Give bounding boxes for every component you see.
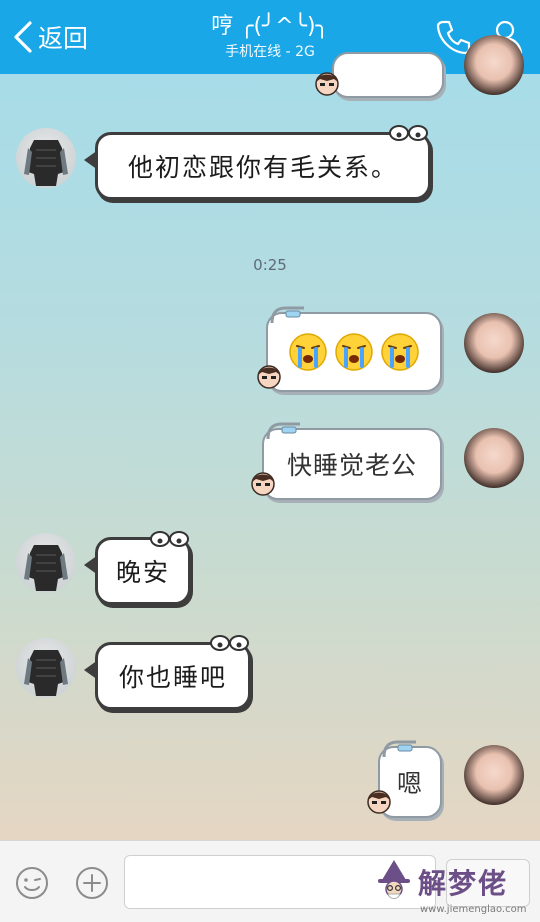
my-avatar[interactable] — [464, 428, 524, 488]
input-bar — [0, 840, 540, 922]
plus-icon[interactable] — [74, 865, 110, 901]
message-bubble[interactable]: 你也睡吧 — [95, 642, 251, 710]
message-bubble[interactable]: 晚安 — [95, 537, 191, 605]
figure-photo — [24, 650, 68, 696]
chibi-avatar-decoration — [315, 72, 339, 96]
back-label: 返回 — [38, 24, 89, 53]
message-input[interactable] — [124, 855, 436, 909]
chevron-left-icon — [14, 21, 32, 53]
my-avatar[interactable] — [464, 35, 524, 95]
message-text: 他初恋跟你有毛关系。 — [127, 153, 398, 182]
chibi-avatar-decoration — [257, 365, 281, 389]
contact-avatar[interactable] — [16, 533, 76, 593]
my-avatar[interactable] — [464, 745, 524, 805]
back-button[interactable]: 返回 — [12, 18, 88, 56]
message-bubble[interactable]: 他初恋跟你有毛关系。 — [95, 132, 431, 200]
message-timestamp: 0:25 — [253, 256, 287, 274]
chibi-avatar-decoration — [251, 472, 275, 496]
contact-avatar[interactable] — [16, 128, 76, 188]
message-text: 晚安 — [115, 558, 170, 587]
crying-face-icon — [335, 333, 373, 371]
bubble-clip-decoration — [270, 306, 304, 324]
message-text: 你也睡吧 — [118, 663, 227, 692]
chibi-avatar-decoration — [367, 790, 391, 814]
phone-icon[interactable] — [434, 18, 472, 56]
figure-photo — [24, 545, 68, 591]
send-button[interactable] — [446, 859, 530, 907]
emoji-icon[interactable] — [14, 865, 50, 901]
crying-face-icon — [381, 333, 419, 371]
message-text: 嗯 — [396, 769, 423, 798]
bubble-eyes-decoration — [389, 125, 428, 141]
my-avatar[interactable] — [464, 313, 524, 373]
bubble-eyes-decoration — [210, 635, 249, 651]
message-bubble-clipped — [332, 52, 444, 98]
chat-header: 返回 哼 ╭(╯^╰)╮ 手机在线 - 2G — [0, 0, 540, 74]
bubble-clip-decoration — [266, 422, 300, 440]
contact-avatar[interactable] — [16, 638, 76, 698]
message-text: 快睡觉老公 — [286, 451, 417, 480]
bubble-clip-decoration — [382, 740, 416, 758]
crying-face-icon — [289, 333, 327, 371]
figure-photo — [24, 140, 68, 186]
bubble-eyes-decoration — [150, 531, 189, 547]
